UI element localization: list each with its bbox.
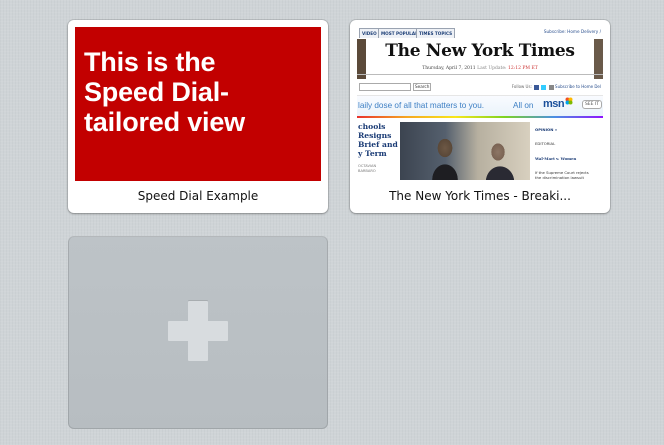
tile-title: The New York Times - Breaki... bbox=[389, 189, 571, 203]
nyt-follow-label: Follow Us: bbox=[511, 84, 532, 89]
nyt-subscribe-home: Subscribe to Home Del bbox=[555, 84, 601, 89]
nyt-headline: chools Resigns Brief and y Term bbox=[358, 122, 398, 158]
nyt-masthead: The New York Times bbox=[385, 41, 575, 61]
nyt-search-button: Search bbox=[413, 83, 432, 91]
speed-dial-tile-nytimes[interactable]: VIDEO MOST POPULAR TIMES TOPICS Subscrib… bbox=[350, 20, 610, 213]
thumbnail-text: This is the Speed Dial- tailored view bbox=[84, 47, 245, 137]
nyt-lead-photo bbox=[400, 122, 530, 180]
twitter-icon bbox=[541, 84, 547, 90]
nyt-date: Thursday, April 7, 2011 bbox=[422, 66, 476, 71]
nyt-tab-times-topics: TIMES TOPICS bbox=[416, 28, 456, 38]
nyt-search-box bbox=[359, 83, 411, 91]
ad-text: laily dose of all that matters to you. bbox=[358, 101, 485, 110]
ad-rainbow-strip bbox=[357, 116, 603, 118]
nyt-byline: OCTAVIAN BARBARO bbox=[358, 164, 377, 173]
nyt-subscribe-link: Subscribe: Home Delivery / bbox=[543, 29, 601, 34]
tile-thumbnail: VIDEO MOST POPULAR TIMES TOPICS Subscrib… bbox=[357, 27, 603, 181]
avatar bbox=[548, 84, 554, 90]
nyt-last-update-time: 12:12 PM ET bbox=[507, 66, 538, 71]
opinion-section: EDITORIAL bbox=[535, 141, 556, 147]
nyt-opinion-column: OPINION » EDITORIAL Wal-Mart v. Women If… bbox=[535, 123, 603, 181]
nyt-ad-banner: laily dose of all that matters to you. A… bbox=[357, 95, 603, 117]
nyt-dateline: Thursday, April 7, 2011 Last Update: 12:… bbox=[357, 66, 603, 71]
msn-logo: msn bbox=[543, 98, 565, 110]
nyt-topbar: VIDEO MOST POPULAR TIMES TOPICS Subscrib… bbox=[357, 27, 603, 39]
nyt-tab-video: VIDEO bbox=[359, 28, 380, 38]
facebook-icon bbox=[534, 84, 540, 90]
ad-all-on: All on bbox=[513, 101, 534, 110]
nyt-divider bbox=[357, 74, 603, 75]
speed-dial-tile-example[interactable]: This is the Speed Dial- tailored view Sp… bbox=[68, 20, 328, 213]
plus-bar-horizontal bbox=[168, 321, 228, 341]
msn-butterfly-icon bbox=[565, 97, 573, 105]
plus-icon bbox=[168, 301, 228, 361]
nyt-last-update-label: Last Update: bbox=[477, 66, 507, 71]
opinion-label: OPINION » bbox=[535, 126, 558, 132]
tile-thumbnail: This is the Speed Dial- tailored view bbox=[75, 27, 321, 181]
add-speed-dial-button[interactable] bbox=[68, 236, 328, 429]
ad-see-it-button: SEE IT bbox=[581, 100, 602, 109]
opinion-headline: Wal-Mart v. Women bbox=[535, 155, 577, 161]
nyt-follow-us: Follow Us: Subscribe to Home Del bbox=[512, 84, 601, 90]
opinion-body: If the Supreme Court rejects the discrim… bbox=[535, 169, 590, 181]
nyt-tab-most-popular: MOST POPULAR bbox=[378, 28, 422, 38]
tile-title: Speed Dial Example bbox=[137, 189, 259, 203]
